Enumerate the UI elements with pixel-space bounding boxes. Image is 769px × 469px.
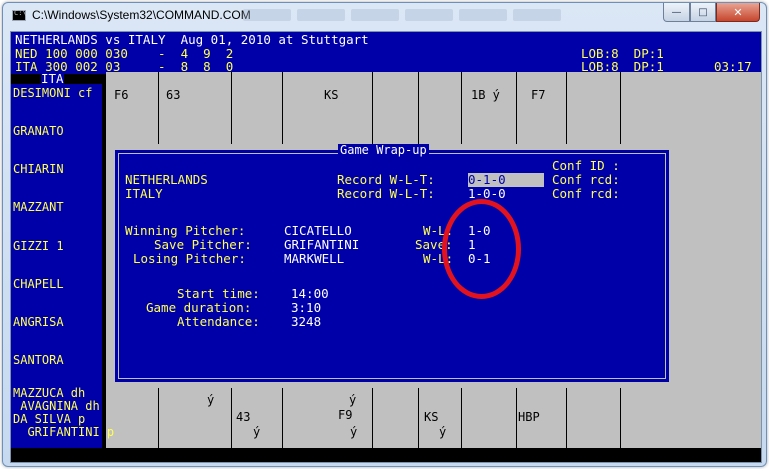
inning-header-5: 5 xyxy=(389,71,397,86)
record-label: Record W-L-T: xyxy=(337,172,435,187)
cell-bottom-1a[interactable]: 43 xyxy=(236,411,250,424)
team1-name: NETHERLANDS xyxy=(125,172,208,187)
highlight-circle-annotation xyxy=(442,199,521,299)
winning-pitcher-label: Winning Pitcher: xyxy=(125,223,246,238)
conf-rcd-label: Conf rcd: xyxy=(552,186,620,201)
losing-pitcher-name[interactable]: MARKWELL xyxy=(284,252,344,266)
lineup-item[interactable]: GRIFANTINI p xyxy=(13,426,114,439)
command-prompt-icon[interactable] xyxy=(12,9,27,21)
losing-pitcher-label: Losing Pitcher: xyxy=(133,251,246,266)
close-button[interactable]: ✕ xyxy=(716,3,760,22)
cell-bottom-3a[interactable]: ý xyxy=(349,394,356,407)
cell-inning2[interactable]: 63 xyxy=(166,89,180,102)
lineup-item[interactable]: CHAPELL xyxy=(13,278,64,291)
dialog-frame: Game Wrap-up NETHERLANDS ITALY Record W-… xyxy=(118,144,666,379)
save-pitcher-label: Save Pitcher: xyxy=(154,237,252,252)
lineup-item[interactable]: GIZZI 1 xyxy=(13,240,64,253)
cell-bottom-3b[interactable]: F9 xyxy=(338,409,352,422)
lineup-item[interactable]: ANGRISA xyxy=(13,316,64,329)
background-taskbar-ghost xyxy=(243,9,561,23)
inning-header-6: 6 xyxy=(436,71,444,86)
lineup-item[interactable]: SANTORA xyxy=(13,354,64,367)
start-time-label: Start time: xyxy=(177,286,260,301)
game-duration-value[interactable]: 3:10 xyxy=(291,301,321,315)
cell-inning4[interactable]: KS xyxy=(324,89,338,102)
lineup-item[interactable]: CHIARIN xyxy=(13,163,64,176)
cell-bottom-3c[interactable]: ý xyxy=(350,426,357,439)
inning-header-3: 3 xyxy=(298,71,306,86)
cell-inning6[interactable]: 1B ý xyxy=(471,89,500,102)
minimize-button[interactable]: — xyxy=(663,3,690,22)
conf-rcd-label: Conf rcd: xyxy=(552,172,620,187)
conf-id-label: Conf ID : xyxy=(552,158,620,173)
winning-pitcher-name[interactable]: CICATELLO xyxy=(284,224,352,238)
window-title: C:\Windows\System32\COMMAND.COM xyxy=(32,8,251,22)
cell-inning7[interactable]: F7 xyxy=(531,89,545,102)
record-label: Record W-L-T: xyxy=(337,186,435,201)
cell-inning1[interactable]: F6 xyxy=(114,89,128,102)
inning-header-8: 8 xyxy=(531,71,539,86)
cell-bottom-6a[interactable]: HBP xyxy=(518,411,540,424)
game-line: NETHERLANDS vs ITALY Aug 01, 2010 at Stu… xyxy=(15,32,369,47)
lineup-item[interactable]: GRANATO xyxy=(13,125,64,138)
attendance-value[interactable]: 3248 xyxy=(291,315,321,329)
window-controls: — □ ✕ xyxy=(663,3,760,22)
inning-header-7: 7 xyxy=(484,71,492,86)
save-pitcher-name[interactable]: GRIFANTINI xyxy=(284,238,359,252)
record1-field[interactable]: 0-1-0 xyxy=(468,173,544,187)
cell-bottom-0[interactable]: ý xyxy=(207,394,214,407)
title-bar[interactable]: C:\Windows\System32\COMMAND.COM — □ ✕ xyxy=(3,3,766,29)
inning-header-2: 2 xyxy=(251,71,259,86)
inning-header-4: 4 xyxy=(345,71,353,86)
start-time-value[interactable]: 14:00 xyxy=(291,287,329,301)
team2-name: ITALY xyxy=(125,186,163,201)
cell-bottom-1b[interactable]: ý xyxy=(253,426,260,439)
lineup-item[interactable]: DESIMONI cf xyxy=(13,87,92,100)
game-wrapup-dialog: Game Wrap-up NETHERLANDS ITALY Record W-… xyxy=(109,144,675,388)
cell-bottom-4b[interactable]: ý xyxy=(439,426,446,439)
lineup-column: DESIMONI cf GRANATO CHIARIN MAZZANT GIZZ… xyxy=(11,84,114,462)
inning-header-1: 1 xyxy=(201,71,209,86)
cell-bottom-4a[interactable]: KS xyxy=(424,411,438,424)
console-window: C:\Windows\System32\COMMAND.COM — □ ✕ NE… xyxy=(2,2,767,467)
console-screen[interactable]: NETHERLANDS vs ITALY Aug 01, 2010 at Stu… xyxy=(10,31,762,463)
lineup-item[interactable]: MAZZANT xyxy=(13,201,64,214)
attendance-label: Attendance: xyxy=(177,314,260,329)
maximize-button[interactable]: □ xyxy=(690,3,716,22)
dialog-title: Game Wrap-up xyxy=(338,143,429,157)
game-duration-label: Game duration: xyxy=(146,300,252,315)
status-bar xyxy=(11,448,761,462)
